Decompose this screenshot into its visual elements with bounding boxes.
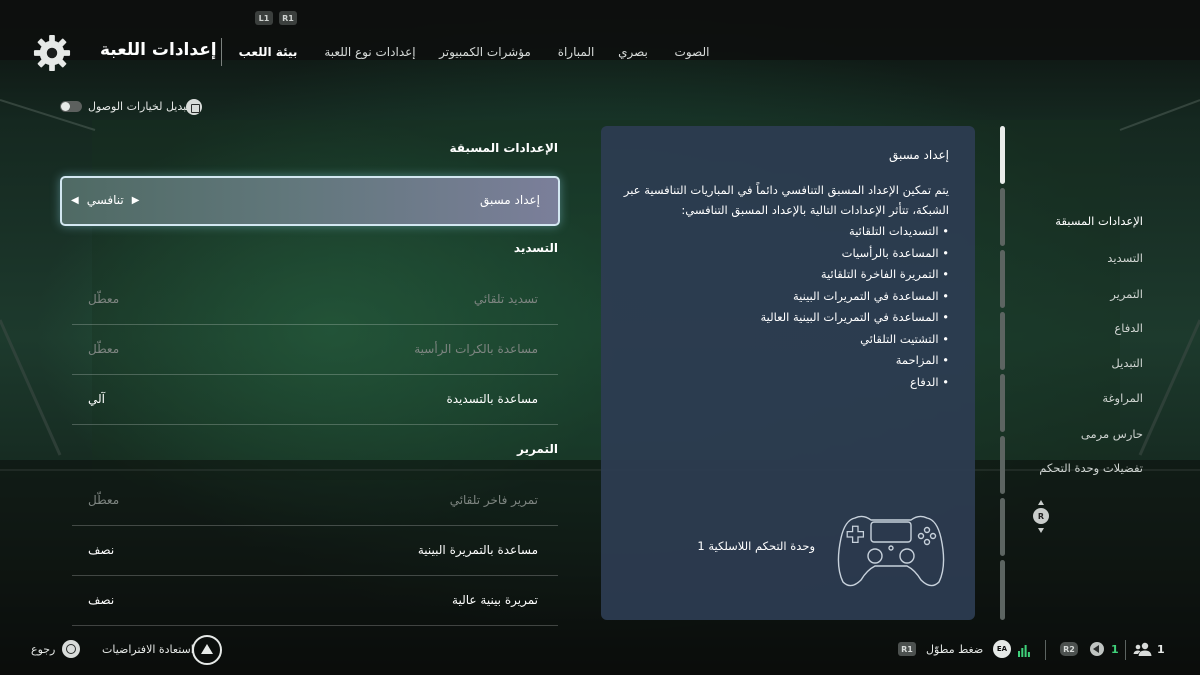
setting-row-auto-flair-pass[interactable]: تمرير فاخر تلقائي معطّل [62, 476, 558, 526]
press-hold-label: ضغط مطوّل [926, 643, 984, 656]
section-heading-passing: التمرير [517, 442, 558, 456]
setting-label: مساعدة بالتمريرة البينية [417, 543, 538, 557]
accessibility-toggle[interactable] [60, 101, 82, 112]
info-list-item: التمريرة الفاخرة التلقائية [623, 264, 949, 286]
info-list-item: المساعدة في التمريرات البينية [623, 286, 949, 308]
users-icon [1133, 642, 1152, 656]
arrow-right-icon[interactable]: ▶ [132, 195, 140, 206]
scroll-segment[interactable] [1000, 436, 1005, 494]
setting-value: آلي [88, 392, 105, 406]
info-list-item: التشتيت التلقائي [623, 329, 949, 351]
section-heading-presets: الإعدادات المسبقة [449, 141, 559, 155]
setting-value: معطّل [88, 342, 120, 356]
nav-item-controller-preferences[interactable]: تفضيلات وحدة التحكم [1039, 461, 1143, 475]
r1-button-icon: R1 [898, 642, 916, 656]
tab-visual[interactable]: بصري [618, 45, 648, 59]
setting-value: ◀ تنافسي ▶ [71, 193, 139, 207]
info-title: إعداد مسبق [888, 148, 949, 162]
nav-item-shooting[interactable]: التسديد [1107, 251, 1143, 265]
tab-game-mode-settings[interactable]: إعدادات نوع اللعبة [324, 45, 415, 59]
volume-count: 1 [1111, 643, 1119, 656]
setting-label: تسديد تلقائي [473, 292, 538, 306]
setting-label: مساعدة بالكرات الرأسية [414, 342, 538, 356]
r1-bumper-icon[interactable]: R1 [279, 11, 297, 25]
setting-row-auto-shot[interactable]: تسديد تلقائي معطّل [62, 275, 558, 325]
info-panel: إعداد مسبق يتم تمكين الإعداد المسبق التن… [601, 126, 975, 620]
nav-item-passing[interactable]: التمرير [1110, 287, 1143, 301]
controller-label: وحدة التحكم اللاسلكية 1 [697, 539, 815, 553]
r2-button-icon: R2 [1060, 642, 1078, 656]
scroll-segment[interactable] [1000, 312, 1005, 370]
setting-label: مساعدة بالتسديدة [446, 392, 538, 406]
footer-divider [1045, 640, 1046, 660]
right-stick-icon: R [1033, 508, 1049, 524]
gear-icon [33, 34, 71, 72]
scroll-segment[interactable] [1000, 188, 1005, 246]
nav-item-switching[interactable]: التبديل [1111, 356, 1143, 370]
info-list-item: المساعدة بالرأسيات [623, 243, 949, 265]
triangle-button-icon[interactable] [192, 635, 222, 665]
tab-match[interactable]: المباراة [558, 45, 595, 59]
accessibility-label: تبديل لخيارات الوصول [88, 100, 190, 113]
scroll-segment[interactable] [1000, 250, 1005, 308]
setting-value: معطّل [88, 493, 120, 507]
signal-bars-icon [1018, 645, 1030, 657]
page-title: إعدادات اللعبة [100, 40, 217, 60]
setting-value: نصف [88, 593, 115, 607]
controller-icon [837, 515, 945, 587]
setting-row-through-pass-assist[interactable]: مساعدة بالتمريرة البينية نصف [62, 526, 558, 576]
scroll-down-icon [1038, 528, 1044, 533]
info-list-item: الدفاع [623, 372, 949, 394]
scroll-segment[interactable] [1000, 560, 1005, 620]
speaker-icon [1090, 642, 1104, 656]
row-divider [72, 424, 558, 425]
circle-button-icon[interactable] [62, 640, 80, 658]
tab-audio[interactable]: الصوت [675, 45, 710, 59]
tab-gameplay-environment[interactable]: بيئة اللعب [239, 45, 298, 59]
users-count: 1 [1157, 643, 1165, 656]
l1-bumper-icon[interactable]: L1 [255, 11, 273, 25]
scroll-segment[interactable] [1000, 498, 1005, 556]
setting-row-preset[interactable]: إعداد مسبق ◀ تنافسي ▶ [60, 176, 560, 226]
info-list-item: المزاحمة [623, 350, 949, 372]
tab-computer-indicators[interactable]: مؤشرات الكمبيوتر [439, 45, 531, 59]
scroll-segment-active[interactable] [1000, 126, 1005, 184]
setting-label: إعداد مسبق [479, 193, 540, 207]
scroll-track[interactable] [1000, 126, 1005, 620]
nav-item-presets[interactable]: الإعدادات المسبقة [1055, 214, 1143, 228]
setting-value: نصف [88, 543, 115, 557]
info-list-item: المساعدة في التمريرات البينية العالية [623, 307, 949, 329]
nav-item-goalkeeper[interactable]: حارس مرمى [1081, 427, 1143, 441]
nav-item-dribbling[interactable]: المراوغة [1102, 391, 1143, 405]
setting-label: تمريرة بينية عالية [452, 593, 538, 607]
arrow-left-icon[interactable]: ◀ [71, 195, 79, 206]
back-label[interactable]: رجوع [31, 643, 55, 656]
scroll-segment[interactable] [1000, 374, 1005, 432]
section-heading-shooting: التسديد [513, 241, 558, 255]
scroll-up-icon [1038, 500, 1044, 505]
nav-item-defending[interactable]: الدفاع [1114, 321, 1143, 335]
row-divider [72, 625, 558, 626]
info-description: يتم تمكين الإعداد المسبق التنافسي دائماً… [623, 183, 949, 217]
info-list: التسديدات التلقائية المساعدة بالرأسيات ا… [623, 221, 949, 393]
ea-logo: EA [993, 640, 1011, 658]
restore-defaults-label[interactable]: استعادة الافتراضيات [102, 643, 194, 656]
setting-row-shot-assist[interactable]: مساعدة بالتسديدة آلي [62, 375, 558, 425]
footer-divider [1125, 640, 1126, 660]
title-divider [221, 38, 222, 66]
setting-row-header-assist[interactable]: مساعدة بالكرات الرأسية معطّل [62, 325, 558, 375]
setting-value: معطّل [88, 292, 120, 306]
square-button-icon [186, 99, 202, 115]
info-body: يتم تمكين الإعداد المسبق التنافسي دائماً… [623, 180, 949, 393]
info-list-item: التسديدات التلقائية [623, 221, 949, 243]
setting-label: تمرير فاخر تلقائي [449, 493, 538, 507]
setting-row-lobbed-through-pass[interactable]: تمريرة بينية عالية نصف [62, 576, 558, 626]
setting-value-text: تنافسي [86, 193, 124, 207]
